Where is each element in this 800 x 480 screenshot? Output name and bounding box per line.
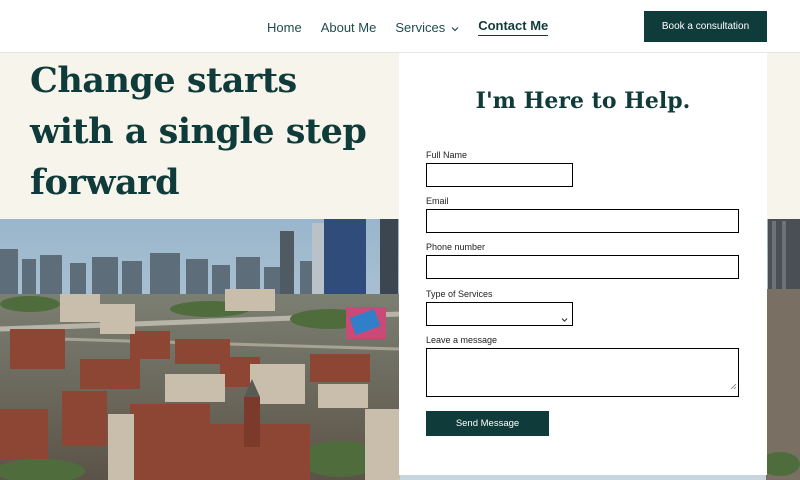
nav-about[interactable]: About Me <box>321 20 377 35</box>
email-label: Email <box>426 196 449 206</box>
nav-services[interactable]: Services <box>395 20 459 35</box>
book-consultation-button[interactable]: Book a consultation <box>644 11 767 42</box>
chevron-down-icon <box>451 20 459 35</box>
send-message-button[interactable]: Send Message <box>426 411 549 436</box>
send-message-label: Send Message <box>455 418 520 429</box>
nav-contact[interactable]: Contact Me <box>478 18 549 36</box>
nav-services-label: Services <box>395 19 446 35</box>
services-label: Type of Services <box>426 289 493 299</box>
book-consultation-label: Book a consultation <box>661 21 750 32</box>
hero-headline: Change starts with a single step forward <box>30 60 367 203</box>
nav-home-label: Home <box>267 19 302 35</box>
message-textarea[interactable] <box>426 348 739 397</box>
nav-contact-label: Contact Me <box>478 18 549 33</box>
services-select[interactable] <box>426 302 573 326</box>
full-name-input[interactable] <box>426 163 573 187</box>
form-title: I'm Here to Help. <box>475 88 691 114</box>
chevron-down-icon <box>561 310 568 328</box>
nav-about-label: About Me <box>320 19 377 35</box>
contact-form-panel: I'm Here to Help. Full Name Email Phone … <box>399 53 767 475</box>
message-label: Leave a message <box>426 335 498 345</box>
resize-handle-icon[interactable] <box>730 377 737 395</box>
site-header: Home About Me Services Contact Me Book a… <box>0 0 800 53</box>
full-name-label: Full Name <box>426 150 468 160</box>
phone-input[interactable] <box>426 255 739 279</box>
phone-label: Phone number <box>426 242 486 252</box>
nav-home[interactable]: Home <box>267 20 302 35</box>
email-input[interactable] <box>426 209 739 233</box>
main-nav: Home About Me Services Contact Me <box>267 18 567 36</box>
